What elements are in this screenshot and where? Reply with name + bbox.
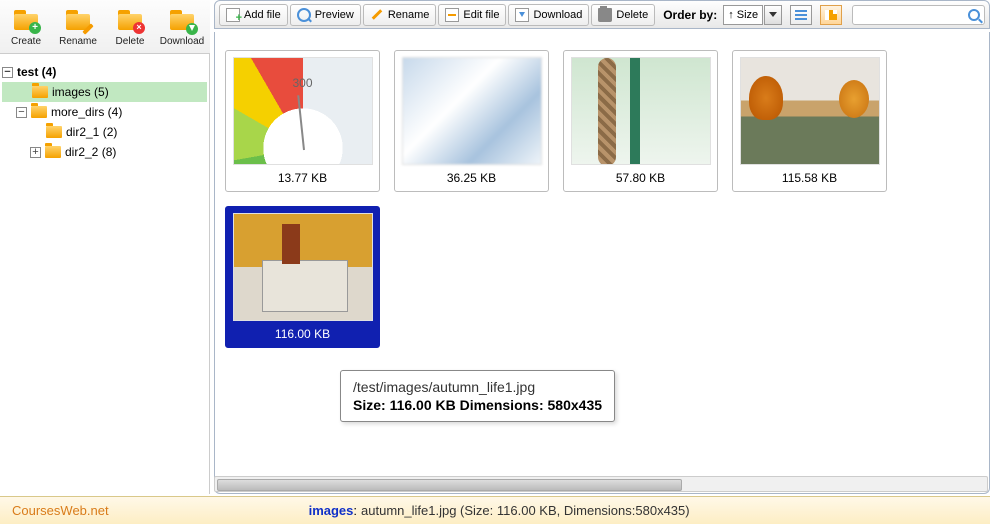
thumbnail-image (233, 213, 373, 321)
search-icon[interactable] (968, 9, 980, 21)
status-file-info: autumn_life1.jpg (Size: 116.00 KB, Dimen… (361, 503, 690, 518)
pencil-icon (370, 8, 384, 22)
edit-file-button[interactable]: Edit file (438, 4, 506, 26)
order-by-dropdown-icon[interactable] (764, 5, 782, 25)
add-file-label: Add file (244, 9, 281, 21)
file-tooltip: /test/images/autumn_life1.jpg Size: 116.… (340, 370, 615, 422)
tree-node-images[interactable]: images (5) (2, 82, 207, 102)
tooltip-path: /test/images/autumn_life1.jpg (353, 379, 602, 395)
view-grid-button[interactable] (820, 5, 842, 25)
folder-icon (45, 146, 61, 158)
thumbnail-image (402, 57, 542, 165)
search-input[interactable] (852, 5, 985, 25)
download-folder-button[interactable]: Download (156, 0, 208, 53)
tree-label: images (5) (52, 85, 109, 99)
create-label: Create (11, 36, 41, 47)
horizontal-scrollbar[interactable] (214, 476, 988, 492)
thumbnail-item[interactable]: 36.25 KB (394, 50, 549, 192)
thumbnail-item[interactable]: 13.77 KB (225, 50, 380, 192)
status-folder: images (309, 503, 354, 518)
thumbnail-image (571, 57, 711, 165)
folder-icon (31, 106, 47, 118)
main-toolbar: + Create Rename × Delete Download (0, 0, 210, 54)
thumbnail-size: 57.80 KB (616, 171, 665, 185)
tree-node-root[interactable]: − test (4) (2, 62, 207, 82)
page-plus-icon (226, 8, 240, 22)
page-download-icon (515, 8, 529, 22)
rename-label: Rename (59, 36, 97, 47)
edit-file-label: Edit file (463, 9, 499, 21)
brand-link[interactable]: CoursesWeb.net (12, 503, 109, 518)
collapse-icon[interactable]: − (16, 107, 27, 118)
folder-x-icon: × (115, 6, 145, 34)
thumbnail-image (740, 57, 880, 165)
tree-label: dir2_2 (8) (65, 145, 116, 159)
tooltip-details: Size: 116.00 KB Dimensions: 580x435 (353, 397, 602, 413)
thumbnail-item-selected[interactable]: 116.00 KB (225, 206, 380, 348)
folder-plus-icon: + (11, 6, 41, 34)
thumbnail-grid: 13.77 KB 36.25 KB 57.80 KB 115.58 KB 116… (214, 32, 990, 494)
collapse-icon[interactable]: − (2, 67, 13, 78)
thumbnail-size: 36.25 KB (447, 171, 496, 185)
tree-label: more_dirs (4) (51, 105, 122, 119)
delete-file-button[interactable]: Delete (591, 4, 655, 26)
download-file-label: Download (533, 9, 582, 21)
trash-icon (598, 8, 612, 22)
delete-label: Delete (116, 36, 145, 47)
preview-label: Preview (315, 9, 354, 21)
thumbnail-image (233, 57, 373, 165)
tree-label: test (4) (17, 65, 56, 79)
folder-download-icon (167, 6, 197, 34)
page-edit-icon (445, 8, 459, 22)
order-by-label: Order by: (663, 8, 717, 22)
preview-button[interactable]: Preview (290, 4, 361, 26)
tree-node-dir2-1[interactable]: dir2_1 (2) (2, 122, 207, 142)
status-bar: CoursesWeb.net images : autumn_life1.jpg… (0, 496, 990, 524)
folder-tree: − test (4) images (5) − more_dirs (4) di… (0, 54, 210, 494)
tree-label: dir2_1 (2) (66, 125, 117, 139)
tree-node-dir2-2[interactable]: + dir2_2 (8) (2, 142, 207, 162)
magnifier-icon (297, 8, 311, 22)
delete-file-label: Delete (616, 9, 648, 21)
create-button[interactable]: + Create (0, 0, 52, 53)
order-by-value: ↑ Size (728, 9, 758, 21)
download-file-button[interactable]: Download (508, 4, 589, 26)
view-list-button[interactable] (790, 5, 812, 25)
order-by-select[interactable]: ↑ Size (723, 5, 763, 25)
add-file-button[interactable]: Add file (219, 4, 288, 26)
thumbnail-size: 115.58 KB (782, 171, 837, 185)
tree-node-more-dirs[interactable]: − more_dirs (4) (2, 102, 207, 122)
thumbnail-size: 13.77 KB (278, 171, 327, 185)
download-label: Download (160, 36, 204, 47)
folder-icon (46, 126, 62, 138)
status-sep: : (353, 503, 357, 518)
rename-file-button[interactable]: Rename (363, 4, 437, 26)
folder-pencil-icon (63, 6, 93, 34)
thumbnail-item[interactable]: 57.80 KB (563, 50, 718, 192)
rename-file-label: Rename (388, 9, 430, 21)
folder-icon (32, 86, 48, 98)
delete-folder-button[interactable]: × Delete (104, 0, 156, 53)
action-bar: Add file Preview Rename Edit file Downlo… (214, 0, 990, 29)
thumbnail-item[interactable]: 115.58 KB (732, 50, 887, 192)
thumbnail-size: 116.00 KB (275, 327, 330, 341)
rename-folder-button[interactable]: Rename (52, 0, 104, 53)
expand-icon[interactable]: + (30, 147, 41, 158)
